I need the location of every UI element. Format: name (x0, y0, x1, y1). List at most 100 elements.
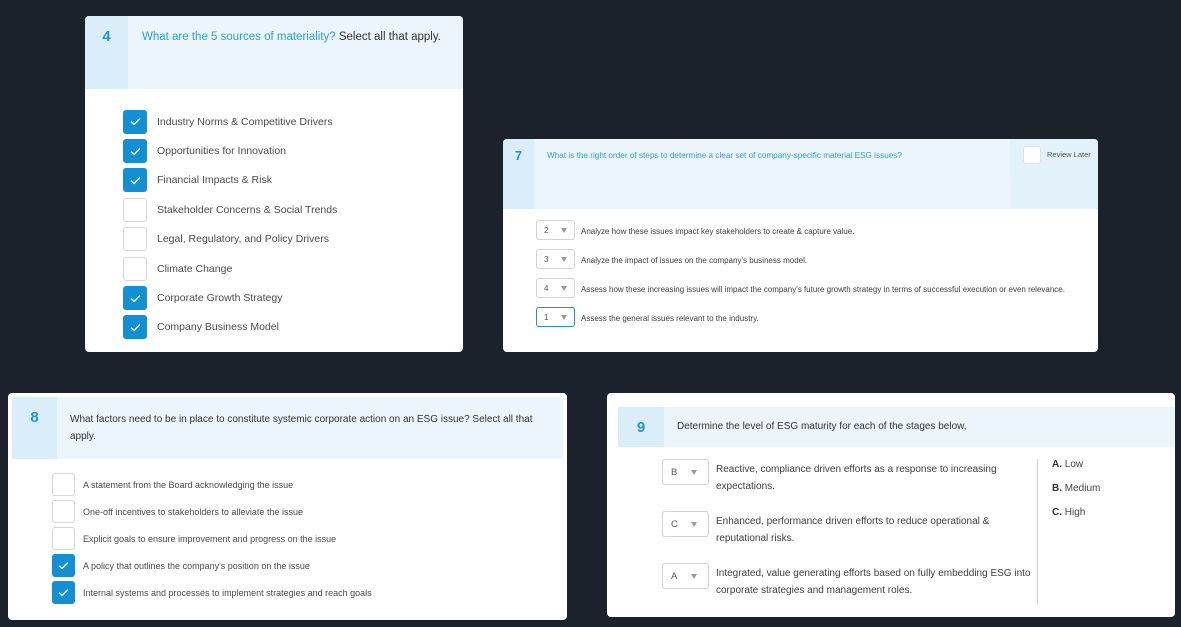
question-4-card: 4 What are the 5 sources of materiality?… (85, 16, 463, 352)
option[interactable]: Corporate Growth Strategy (123, 283, 463, 312)
checkmark-icon (130, 118, 140, 126)
step-row: 2 Analyze how these issues impact key st… (536, 220, 1098, 240)
order-select[interactable]: 1 (536, 307, 575, 327)
option-label: Legal, Regulatory, and Policy Drivers (157, 233, 329, 246)
option[interactable]: Climate Change (123, 254, 463, 283)
stage-text: Integrated, value generating efforts bas… (716, 568, 1031, 596)
review-later-label: Review Later (1047, 150, 1091, 159)
level-select[interactable]: C (662, 511, 709, 537)
option[interactable]: Explicit goals to ensure improvement and… (52, 525, 567, 552)
select-value: A (671, 570, 678, 582)
select-value: 1 (544, 312, 549, 322)
legend-label: Medium (1062, 483, 1101, 494)
legend-item: B. Medium (1052, 483, 1100, 507)
order-select[interactable]: 2 (536, 220, 575, 240)
step-row: 1 Assess the general issues relevant to … (536, 307, 1098, 327)
checkmark-icon (130, 147, 140, 155)
option-label: Financial Impacts & Risk (157, 174, 272, 187)
option-label: A policy that outlines the company's pos… (83, 560, 310, 571)
dropdown-arrow-icon (691, 573, 697, 579)
question-7-card: 7 What is the right order of steps to de… (503, 139, 1098, 352)
option[interactable]: Company Business Model (123, 313, 463, 342)
checkbox[interactable] (123, 227, 147, 252)
stage-text: Reactive, compliance driven efforts as a… (716, 464, 997, 492)
option[interactable]: Opportunities for Innovation (123, 136, 463, 165)
dropdown-arrow-icon (691, 469, 697, 475)
select-value: B (671, 466, 678, 478)
option-label: Stakeholder Concerns & Social Trends (157, 203, 338, 216)
order-select[interactable]: 4 (536, 278, 575, 298)
checkmark-icon (58, 562, 69, 570)
checkbox[interactable] (52, 527, 75, 550)
legend-label: High (1062, 507, 1086, 518)
review-later-toggle[interactable]: Review Later (1010, 139, 1098, 209)
option-label: Industry Norms & Competitive Drivers (157, 115, 333, 128)
option[interactable]: Stakeholder Concerns & Social Trends (123, 195, 463, 224)
option[interactable]: One-off incentives to stakeholders to al… (52, 498, 567, 525)
checkmark-icon (130, 294, 140, 302)
option[interactable]: Financial Impacts & Risk (123, 166, 463, 195)
stage-row: A Integrated, value generating efforts b… (662, 563, 1037, 599)
option-label: Company Business Model (157, 321, 279, 334)
stages-list: B Reactive, compliance driven efforts as… (607, 459, 1037, 615)
question-text: What are the 5 sources of materiality? S… (128, 16, 441, 89)
checkbox[interactable] (123, 139, 147, 164)
checkbox[interactable] (52, 473, 75, 496)
option-label: Opportunities for Innovation (157, 145, 286, 158)
legend-item: A. Low (1052, 459, 1100, 483)
checkbox[interactable] (123, 286, 147, 311)
select-value: 3 (544, 254, 549, 264)
option[interactable]: Industry Norms & Competitive Drivers (123, 107, 463, 136)
dropdown-arrow-icon (561, 285, 567, 291)
stage-text: Enhanced, performance driven efforts to … (716, 516, 990, 544)
checkbox[interactable] (123, 256, 147, 281)
question-header: 4 What are the 5 sources of materiality?… (85, 16, 463, 89)
checkbox[interactable] (52, 554, 75, 577)
option-label: A statement from the Board acknowledging… (83, 479, 294, 490)
legend-item: C. High (1052, 507, 1100, 531)
question-9-card: 9 Determine the level of ESG maturity fo… (607, 393, 1175, 617)
review-later-checkbox[interactable] (1023, 146, 1041, 164)
checkmark-icon (58, 589, 69, 597)
level-select[interactable]: B (662, 459, 709, 485)
option[interactable]: Legal, Regulatory, and Policy Drivers (123, 225, 463, 254)
order-select[interactable]: 3 (536, 249, 575, 269)
checkbox[interactable] (52, 500, 75, 523)
legend-key: B. (1052, 483, 1062, 494)
options-list: A statement from the Board acknowledging… (8, 459, 567, 606)
question-text: Determine the level of ESG maturity for … (677, 421, 967, 432)
checkbox[interactable] (123, 315, 147, 340)
option-label: Climate Change (157, 262, 233, 275)
select-value: C (671, 518, 678, 530)
answer-legend: A. Low B. Medium C. High (1038, 459, 1100, 615)
option-label: One-off incentives to stakeholders to al… (83, 506, 303, 517)
dropdown-arrow-icon (691, 521, 697, 527)
question-text: What factors need to be in place to cons… (70, 414, 533, 442)
matching-body: B Reactive, compliance driven efforts as… (607, 447, 1175, 615)
step-text: Analyze the impact of issues on the comp… (581, 256, 808, 265)
legend-key: A. (1052, 459, 1062, 470)
checkbox[interactable] (123, 168, 147, 193)
checkmark-icon (130, 324, 140, 332)
select-value: 2 (544, 225, 549, 235)
checkbox[interactable] (52, 581, 75, 604)
option[interactable]: A statement from the Board acknowledging… (52, 471, 567, 498)
steps-list: 2 Analyze how these issues impact key st… (503, 209, 1098, 327)
step-text: Assess how these increasing issues will … (581, 285, 1065, 294)
question-text: What is the right order of steps to dete… (547, 151, 902, 160)
option[interactable]: A policy that outlines the company's pos… (52, 552, 567, 579)
level-select[interactable]: A (662, 563, 709, 589)
question-link[interactable]: What are the 5 sources of materiality? (142, 31, 336, 43)
checkmark-icon (130, 177, 140, 185)
legend-key: C. (1052, 507, 1062, 518)
checkbox[interactable] (123, 197, 147, 222)
dropdown-arrow-icon (561, 256, 567, 262)
stage-row: C Enhanced, performance driven efforts t… (662, 511, 1037, 547)
option[interactable]: Internal systems and processes to implem… (52, 579, 567, 606)
checkbox[interactable] (123, 109, 147, 134)
question-instruction: Select all that apply. (335, 31, 441, 43)
question-header: 8 What factors need to be in place to co… (12, 397, 563, 459)
question-header: 9 Determine the level of ESG maturity fo… (618, 407, 1175, 447)
question-number: 9 (618, 407, 664, 447)
step-text: Assess the general issues relevant to th… (581, 314, 759, 323)
